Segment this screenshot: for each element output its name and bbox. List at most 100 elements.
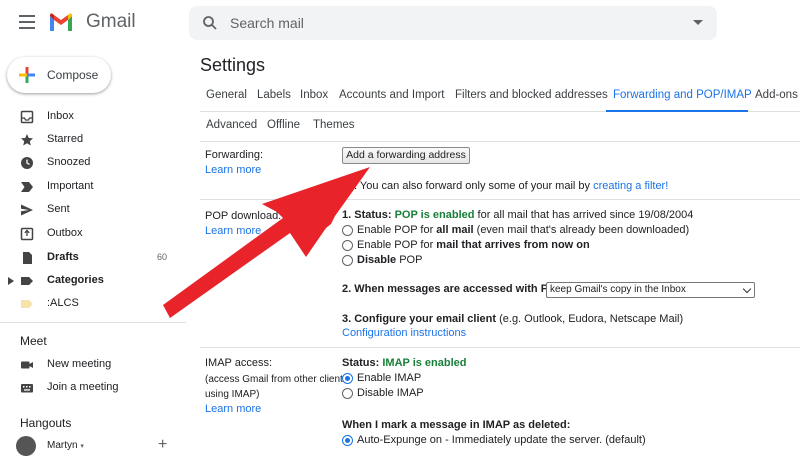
main-menu-icon[interactable] [19,15,35,29]
pop-status: 1. Status: POP is enabled for all mail t… [342,209,693,221]
sidebar-item-label: Sent [47,203,70,215]
enable-imap-radio[interactable] [342,373,353,384]
meet-heading: Meet [20,334,47,348]
sidebar-item-snoozed[interactable]: Snoozed [0,152,180,174]
sidebar-item-drafts[interactable]: Drafts 60 [0,247,180,269]
imap-status-value: IMAP is enabled [382,357,467,369]
tab-general[interactable]: General [206,89,247,101]
tab-filters[interactable]: Filters and blocked addresses [455,89,608,101]
join-meeting-label: Join a meeting [47,381,119,393]
pop-from-now-option[interactable]: Enable POP for mail that arrives from no… [357,239,590,251]
tab-labels[interactable]: Labels [257,89,291,101]
option-text: Enable POP for [357,224,437,236]
auto-expunge-on-option[interactable]: Auto-Expunge on - Immediately update the… [357,434,646,446]
pop-all-mail-option[interactable]: Enable POP for all mail (even mail that'… [357,224,689,236]
avatar[interactable] [16,436,36,456]
tab-advanced[interactable]: Advanced [206,119,257,131]
compose-button[interactable]: Compose [7,57,111,93]
pop-learn-more-link[interactable]: Learn more [205,225,261,237]
sidebar-item-inbox[interactable]: Inbox [0,106,180,128]
new-meeting-button[interactable]: New meeting [0,354,180,376]
option-text: (even mail that's already been downloade… [473,224,690,236]
configure-client: 3. Configure your email client (e.g. Out… [342,313,683,325]
sidebar-item-label: Drafts [47,251,79,263]
sidebar-item-outbox[interactable]: Outbox [0,223,180,245]
imap-deleted-label: When I mark a message in IMAP as deleted… [342,419,571,431]
sidebar-item-label: Starred [47,133,84,145]
search-bar[interactable]: Search mail [189,6,717,40]
disable-imap-radio[interactable] [342,388,353,399]
sidebar-divider [0,322,186,323]
expand-arrow-icon[interactable] [8,277,14,285]
tab-add-ons[interactable]: Add-ons [755,89,798,101]
add-forwarding-address-button[interactable]: Add a forwarding address [342,147,470,164]
sidebar-item-label: Categories [47,274,104,286]
create-filter-link[interactable]: creating a filter! [593,180,668,192]
configure-client-examples: (e.g. Outlook, Eudora, Netscape Mail) [496,313,684,325]
sidebar-item-label: Snoozed [47,156,91,168]
new-meeting-label: New meeting [47,358,112,370]
pop-status-prefix: 1. Status: [342,209,395,221]
imap-note: (access Gmail from other clients [205,374,348,385]
pop-all-mail-radio[interactable] [342,225,353,236]
disable-imap-option[interactable]: Disable IMAP [357,387,424,399]
join-meeting-button[interactable]: Join a meeting [0,377,180,399]
imap-status: Status: IMAP is enabled [342,357,467,369]
tab-accounts-import[interactable]: Accounts and Import [339,89,444,101]
label-icon [21,300,33,308]
option-text-bold: mail that arrives from now on [436,239,590,251]
pop-access-select-value: keep Gmail's copy in the Inbox [550,284,686,295]
sidebar-item-important[interactable]: Important [0,176,180,198]
pop-disable-option[interactable]: Disable POP [357,254,422,266]
sidebar-item-categories[interactable]: Categories [0,270,180,292]
forwarding-tip-text: : You can also forward only some of your… [354,180,594,192]
gmail-wordmark: Gmail [86,11,136,32]
inbox-icon [20,110,34,124]
enable-imap-option[interactable]: Enable IMAP [357,372,421,384]
option-text: Enable POP for [357,239,437,251]
pop-status-suffix: for all mail that has arrived since 19/0… [474,209,694,221]
tab-forwarding-pop-imap[interactable]: Forwarding and POP/IMAP [613,89,752,101]
sidebar-item-label: Outbox [47,227,83,239]
configure-client-label: 3. Configure your email client [342,313,497,325]
search-options-icon[interactable] [693,20,703,25]
imap-access-label: IMAP access: [205,357,273,369]
add-hangout-icon[interactable]: + [158,436,167,454]
forwarding-learn-more-link[interactable]: Learn more [205,164,261,176]
compose-label: Compose [47,68,99,82]
active-tab-indicator [606,110,748,112]
imap-status-prefix: Status: [342,357,383,369]
imap-note: using IMAP) [205,389,260,400]
tab-themes[interactable]: Themes [313,119,355,131]
pop-download-label: POP download: [205,210,282,222]
pop-disable-radio[interactable] [342,255,353,266]
important-icon [21,182,33,192]
imap-learn-more-link[interactable]: Learn more [205,403,261,415]
section-divider [200,347,800,348]
option-text: POP [396,254,423,266]
video-camera-icon [21,361,33,369]
forwarding-tip: : You can also forward only some of your… [354,180,668,192]
section-divider [200,199,800,200]
compose-plus-icon [19,67,35,83]
tab-offline[interactable]: Offline [267,119,300,131]
gmail-logo[interactable] [48,11,74,33]
hangouts-user[interactable]: Martyn ▾ [47,440,84,451]
tab-inbox[interactable]: Inbox [300,89,328,101]
pop-from-now-radio[interactable] [342,240,353,251]
hangouts-heading: Hangouts [20,416,72,430]
auto-expunge-on-radio[interactable] [342,435,353,446]
pop-access-select[interactable]: keep Gmail's copy in the Inbox [546,282,755,298]
tabs-divider [200,141,800,142]
sidebar-item-sent[interactable]: Sent [0,199,180,221]
configuration-instructions-link[interactable]: Configuration instructions [342,327,466,339]
send-icon [21,204,33,216]
option-text-bold: all mail [436,224,474,236]
outbox-icon [20,227,34,241]
search-icon[interactable] [202,15,218,31]
page-title: Settings [200,55,266,75]
drafts-count: 60 [157,252,168,262]
sidebar-item-alcs[interactable]: :ALCS [0,293,180,315]
search-input[interactable]: Search mail [230,15,304,31]
sidebar-item-starred[interactable]: Starred [0,129,180,151]
